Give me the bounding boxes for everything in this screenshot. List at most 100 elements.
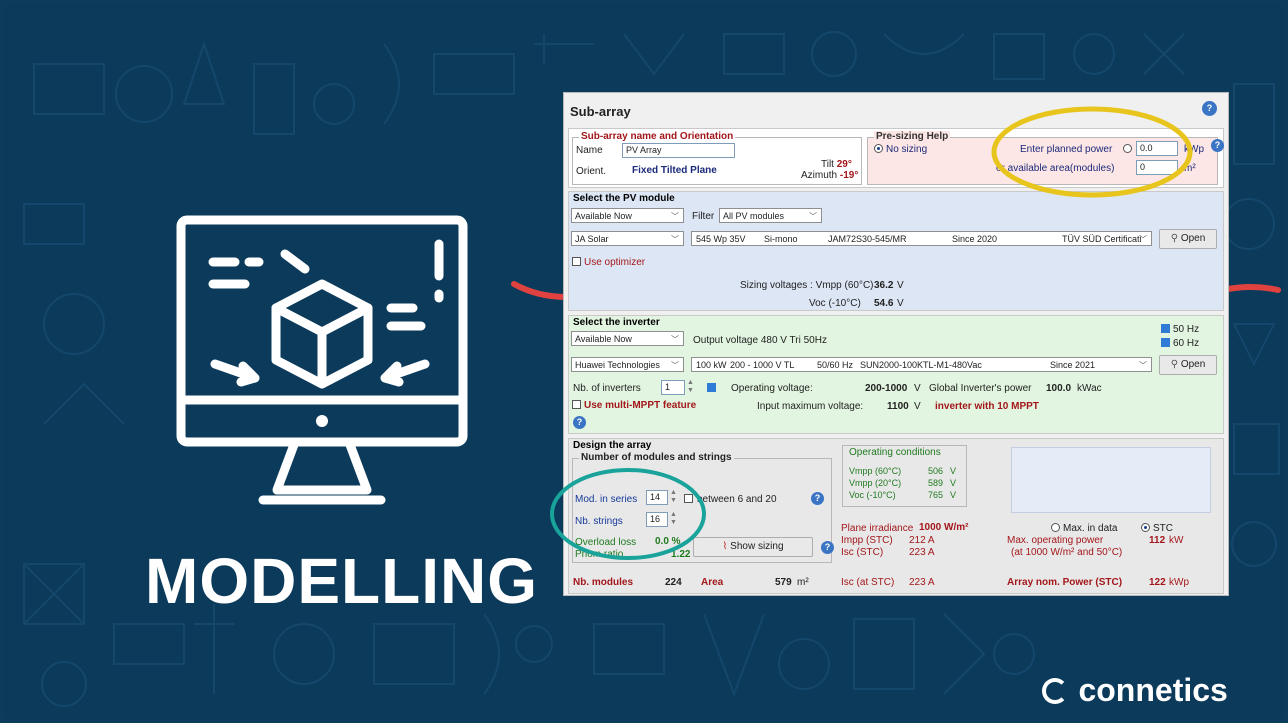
pv-filter-value: All PV modules xyxy=(723,211,785,221)
array-nom-unit: kWp xyxy=(1169,577,1189,588)
inverter-section: Select the inverter Available Now ﹀ Outpu… xyxy=(568,315,1224,434)
global-power-label: Global Inverter's power xyxy=(929,383,1032,394)
azimuth-value: -19° xyxy=(839,170,859,181)
design-title: Design the array xyxy=(573,440,652,451)
array-nom-value: 122 xyxy=(1149,577,1166,588)
max-data-option[interactable]: Max. in data xyxy=(1051,523,1117,534)
inv-manufacturer-value: Huawei Technologies xyxy=(575,360,660,370)
show-sizing-label: Show sizing xyxy=(730,541,784,552)
tilt-label: Tilt xyxy=(821,159,834,170)
stc-label: STC xyxy=(1153,523,1173,534)
chevron-down-icon: ﹀ xyxy=(671,235,679,244)
vmpp60-value: 506 xyxy=(928,466,944,476)
sizing-help-icon[interactable]: ? xyxy=(821,541,834,554)
max-data-radio[interactable] xyxy=(1051,523,1060,532)
max-op-value: 112 xyxy=(1149,535,1166,546)
vmpp-value: 36.2 xyxy=(874,280,894,291)
hz50-checkbox[interactable] xyxy=(1161,324,1170,333)
inverter-help-icon[interactable]: ? xyxy=(573,416,586,429)
orient-label: Orient. xyxy=(576,166,607,177)
name-input[interactable]: PV Array xyxy=(622,143,735,158)
pv-availability-value: Available Now xyxy=(575,211,632,221)
inv-model-dropdown[interactable]: 100 kW 200 - 1000 V TL 50/60 Hz SUN2000-… xyxy=(691,357,1152,372)
use-optimizer-checkbox[interactable] xyxy=(572,257,581,266)
orient-value: Fixed Tilted Plane xyxy=(632,165,717,176)
hz50-label: 50 Hz xyxy=(1173,324,1200,335)
vmpp-unit: V xyxy=(897,280,904,291)
nb-inverters-spinner[interactable]: ▲ ▼ xyxy=(687,379,694,395)
multi-mppt-checkbox[interactable] xyxy=(572,400,581,409)
nb-inverters-label: Nb. of inverters xyxy=(573,383,641,394)
vmpp20-unit: V xyxy=(950,478,957,488)
chevron-down-icon: ﹀ xyxy=(1139,361,1147,370)
array-nom-label: Array nom. Power (STC) xyxy=(1007,577,1123,588)
area-unit-design: m² xyxy=(797,577,809,588)
pv-filter-dropdown[interactable]: All PV modules ﹀ xyxy=(719,208,822,223)
stc-option[interactable]: STC xyxy=(1141,523,1173,534)
chevron-down-icon: ﹀ xyxy=(809,212,817,221)
pv-open-button[interactable]: ⚲ Open xyxy=(1159,229,1217,249)
module-cert: TÜV SÜD Certificati xyxy=(1062,234,1142,244)
inv-availability-value: Available Now xyxy=(575,334,632,344)
inv-open-label: Open xyxy=(1180,359,1206,370)
preview-panel xyxy=(1011,447,1211,513)
vmpp20-label: Vmpp (20°C) xyxy=(849,478,902,488)
voc10-value: 765 xyxy=(928,490,944,500)
pv-module-title: Select the PV module xyxy=(573,193,675,204)
presizing-title: Pre-sizing Help xyxy=(874,131,951,142)
modules-strings-title: Number of modules and strings xyxy=(579,452,734,463)
module-model: JAM72S30-545/MR xyxy=(828,234,907,244)
monitor-cube-icon xyxy=(176,215,468,505)
inv-availability-dropdown[interactable]: Available Now ﹀ xyxy=(571,331,684,346)
global-power-unit: kWac xyxy=(1077,383,1102,394)
azimuth-label: Azimuth xyxy=(801,170,838,181)
voc-unit: V xyxy=(897,298,904,309)
name-orientation-group: Sub-array name and Orientation Name PV A… xyxy=(572,131,862,185)
hz60-checkbox[interactable] xyxy=(1161,338,1170,347)
nb-inverters-checkbox[interactable] xyxy=(707,383,716,392)
presizing-help-icon[interactable]: ? xyxy=(1211,139,1224,152)
stc-radio[interactable] xyxy=(1141,523,1150,532)
highlight-teal-ellipse xyxy=(550,468,706,560)
series-help-icon[interactable]: ? xyxy=(811,492,824,505)
multi-mppt-option[interactable]: Use multi-MPPT feature xyxy=(572,400,696,411)
inverter-title: Select the inverter xyxy=(573,317,660,328)
voc-label: Voc (-10°C) xyxy=(809,298,861,309)
search-icon: ⚲ xyxy=(1170,233,1179,244)
between-label: between 6 and 20 xyxy=(697,494,777,505)
operating-conditions-box: Operating conditions Vmpp (60°C) 506 V V… xyxy=(842,445,967,507)
brand-name: connetics xyxy=(1078,672,1228,708)
operating-voltage-unit: V xyxy=(914,383,921,394)
multi-mppt-label: Use multi-MPPT feature xyxy=(584,400,697,411)
pv-manufacturer-dropdown[interactable]: JA Solar ﹀ xyxy=(571,231,684,246)
vmpp60-label: Vmpp (60°C) xyxy=(849,466,902,476)
highlight-yellow-ellipse xyxy=(991,106,1193,198)
name-orientation-title: Sub-array name and Orientation xyxy=(579,131,736,142)
chart-icon: ⌇ xyxy=(722,541,728,552)
input-max-label: Input maximum voltage: xyxy=(757,401,864,412)
voc10-label: Voc (-10°C) xyxy=(849,490,896,500)
use-optimizer-label: Use optimizer xyxy=(584,257,646,268)
show-sizing-button[interactable]: ⌇ Show sizing xyxy=(693,537,813,557)
voc-value: 54.6 xyxy=(874,298,894,309)
inv-open-button[interactable]: ⚲ Open xyxy=(1159,355,1217,375)
hz50-option[interactable]: 50 Hz xyxy=(1161,324,1199,335)
window-title: Sub-array xyxy=(570,104,631,119)
max-op-unit: kW xyxy=(1169,535,1184,546)
pv-availability-dropdown[interactable]: Available Now ﹀ xyxy=(571,208,684,223)
inv-manufacturer-dropdown[interactable]: Huawei Technologies ﹀ xyxy=(571,357,684,372)
nb-inverters-input[interactable]: 1 xyxy=(661,380,685,395)
max-op-note: (at 1000 W/m² and 50°C) xyxy=(1011,547,1123,558)
pv-model-dropdown[interactable]: 545 Wp 35V Si-mono JAM72S30-545/MR Since… xyxy=(691,231,1152,246)
search-icon: ⚲ xyxy=(1170,359,1179,370)
no-sizing-option[interactable]: No sizing xyxy=(874,144,927,155)
mppt-note: inverter with 10 MPPT xyxy=(935,401,1039,412)
hz60-option[interactable]: 60 Hz xyxy=(1161,338,1199,349)
area-label-design: Area xyxy=(701,577,724,588)
max-op-label: Max. operating power xyxy=(1007,535,1104,546)
help-icon[interactable]: ? xyxy=(1202,101,1217,116)
max-data-label: Max. in data xyxy=(1063,523,1118,534)
no-sizing-radio[interactable] xyxy=(874,144,883,153)
input-max-value: 1100 xyxy=(887,401,909,412)
use-optimizer-option[interactable]: Use optimizer xyxy=(572,257,645,268)
